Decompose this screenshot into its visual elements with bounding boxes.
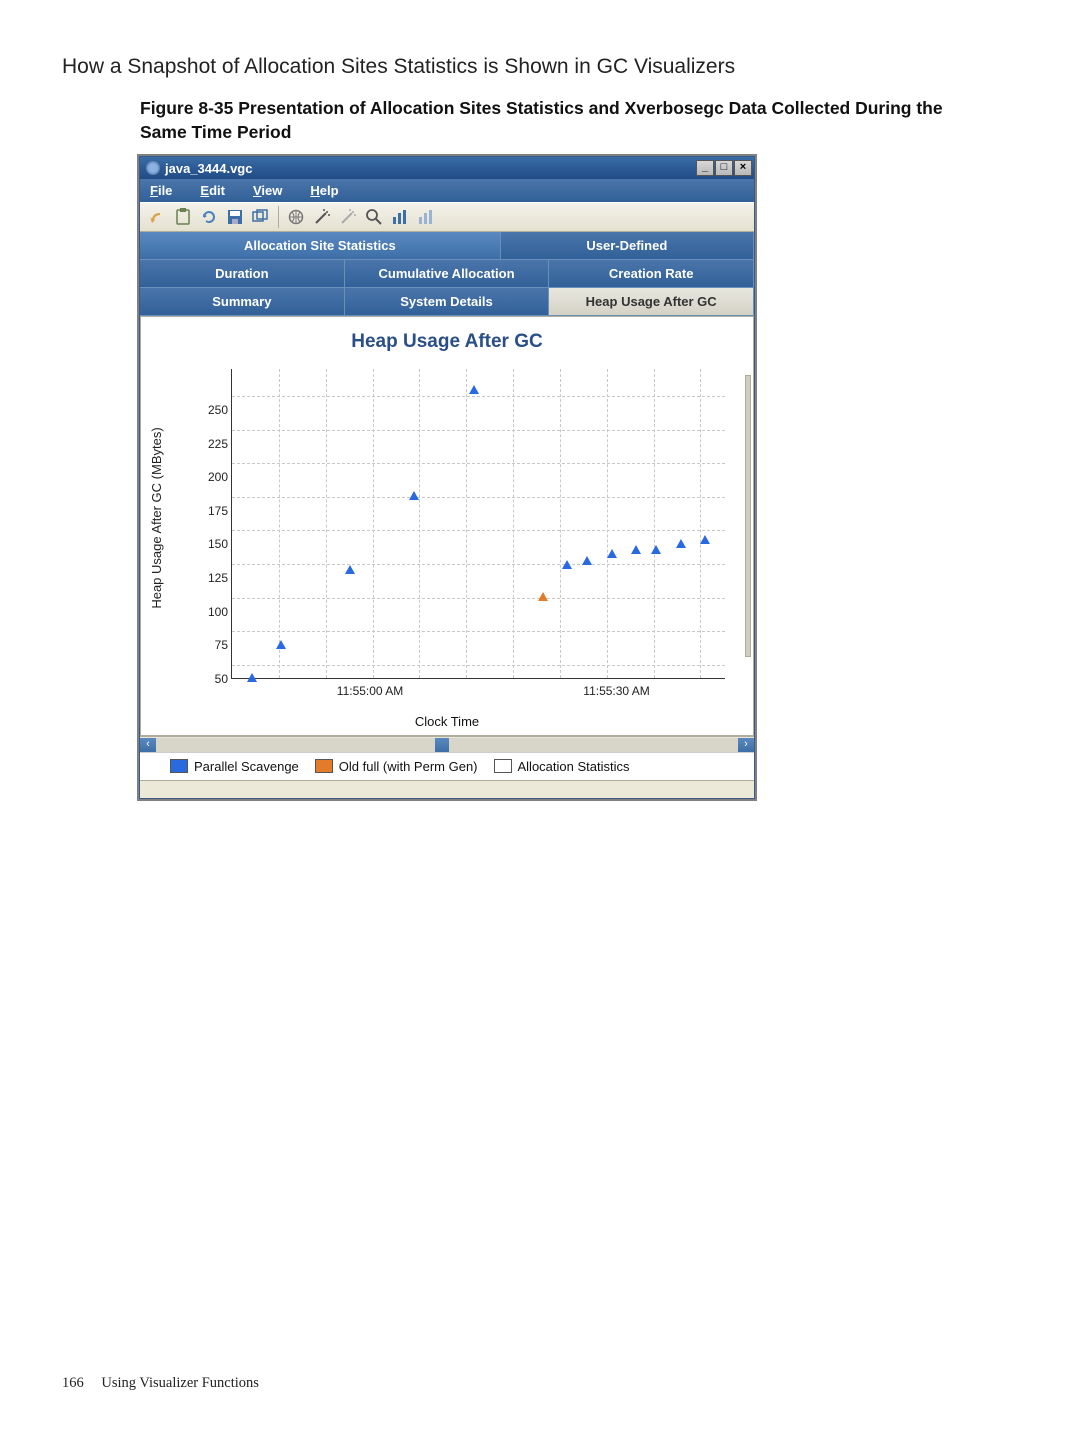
toolbar-separator <box>278 206 279 228</box>
y-tick: 225 <box>194 437 228 451</box>
data-point <box>700 535 710 544</box>
data-point <box>582 556 592 565</box>
data-point <box>631 545 641 554</box>
menubar: File Edit View Help <box>140 179 754 202</box>
data-point <box>469 385 479 394</box>
legend-allocation-statistics: Allocation Statistics <box>494 759 630 774</box>
section-heading: How a Snapshot of Allocation Sites Stati… <box>62 55 1018 79</box>
zoom-icon[interactable] <box>363 206 385 228</box>
y-tick: 50 <box>194 672 228 686</box>
multiwindow-icon[interactable] <box>250 206 272 228</box>
tab-system-details[interactable]: System Details <box>345 288 550 316</box>
menu-view[interactable]: View <box>253 183 282 198</box>
scroll-left-button[interactable]: ‹ <box>140 738 156 752</box>
maximize-button[interactable]: □ <box>715 160 733 176</box>
scroll-thumb[interactable] <box>435 738 449 752</box>
chapter-title: Using Visualizer Functions <box>101 1375 259 1391</box>
tab-heap-usage-after-gc[interactable]: Heap Usage After GC <box>549 288 754 316</box>
refresh-icon[interactable] <box>198 206 220 228</box>
tab-row-2: Duration Cumulative Allocation Creation … <box>140 260 754 288</box>
y-tick: 75 <box>194 638 228 652</box>
clipboard-icon[interactable] <box>172 206 194 228</box>
app-icon <box>146 161 160 175</box>
x-tick: 11:55:30 AM <box>583 684 650 698</box>
page-footer: 166 Using Visualizer Functions <box>62 1375 259 1392</box>
x-tick: 11:55:00 AM <box>337 684 404 698</box>
tab-cumulative-allocation[interactable]: Cumulative Allocation <box>345 260 550 288</box>
legend: Parallel Scavenge Old full (with Perm Ge… <box>140 752 754 780</box>
wand-light-icon[interactable] <box>337 206 359 228</box>
visualizer-window: java_3444.vgc _ □ × File Edit View Help … <box>137 154 757 801</box>
legend-parallel-scavenge: Parallel Scavenge <box>170 759 299 774</box>
y-axis-label: Heap Usage After GC (MBytes) <box>149 427 164 608</box>
y-tick: 250 <box>194 403 228 417</box>
barchart-light-icon[interactable] <box>415 206 437 228</box>
data-point <box>562 560 572 569</box>
data-point <box>276 640 286 649</box>
tab-summary[interactable]: Summary <box>140 288 345 316</box>
data-point <box>345 565 355 574</box>
tab-user-defined[interactable]: User-Defined <box>501 232 754 260</box>
page-number: 166 <box>62 1375 84 1391</box>
tab-row-1: Allocation Site Statistics User-Defined <box>140 232 754 260</box>
globe-icon[interactable] <box>285 206 307 228</box>
status-bar <box>140 780 754 798</box>
plot-area: 507510012515017520022525011:55:00 AM11:5… <box>231 369 725 679</box>
titlebar[interactable]: java_3444.vgc _ □ × <box>140 157 754 179</box>
minimize-button[interactable]: _ <box>696 160 714 176</box>
scroll-track[interactable] <box>156 738 738 752</box>
x-axis-label: Clock Time <box>141 714 753 729</box>
y-tick: 175 <box>194 504 228 518</box>
tab-allocation-site-statistics[interactable]: Allocation Site Statistics <box>140 232 501 260</box>
y-tick: 125 <box>194 571 228 585</box>
scroll-right-button[interactable]: › <box>738 738 754 752</box>
data-point <box>651 545 661 554</box>
menu-file[interactable]: File <box>150 183 172 198</box>
menu-help[interactable]: Help <box>310 183 338 198</box>
data-point <box>247 673 257 682</box>
y-tick: 150 <box>194 537 228 551</box>
data-point <box>607 549 617 558</box>
y-tick: 200 <box>194 470 228 484</box>
tab-creation-rate[interactable]: Creation Rate <box>549 260 754 288</box>
figure-caption: Figure 8-35 Presentation of Allocation S… <box>140 97 978 144</box>
chart-panel: Heap Usage After GC Heap Usage After GC … <box>140 316 754 736</box>
y-tick: 100 <box>194 605 228 619</box>
data-point <box>676 539 686 548</box>
horizontal-scrollbar[interactable]: ‹ › <box>140 736 754 752</box>
data-point <box>409 491 419 500</box>
tab-duration[interactable]: Duration <box>140 260 345 288</box>
menu-edit[interactable]: Edit <box>200 183 225 198</box>
close-button[interactable]: × <box>734 160 752 176</box>
chart-title: Heap Usage After GC <box>151 331 743 353</box>
save-icon[interactable] <box>224 206 246 228</box>
legend-old-full: Old full (with Perm Gen) <box>315 759 478 774</box>
vertical-scrollbar[interactable] <box>745 375 751 657</box>
toolbar <box>140 202 754 232</box>
data-point <box>538 592 548 601</box>
tab-row-3: Summary System Details Heap Usage After … <box>140 288 754 316</box>
window-title: java_3444.vgc <box>165 161 252 176</box>
undo-icon[interactable] <box>146 206 168 228</box>
wand-dark-icon[interactable] <box>311 206 333 228</box>
barchart-dark-icon[interactable] <box>389 206 411 228</box>
